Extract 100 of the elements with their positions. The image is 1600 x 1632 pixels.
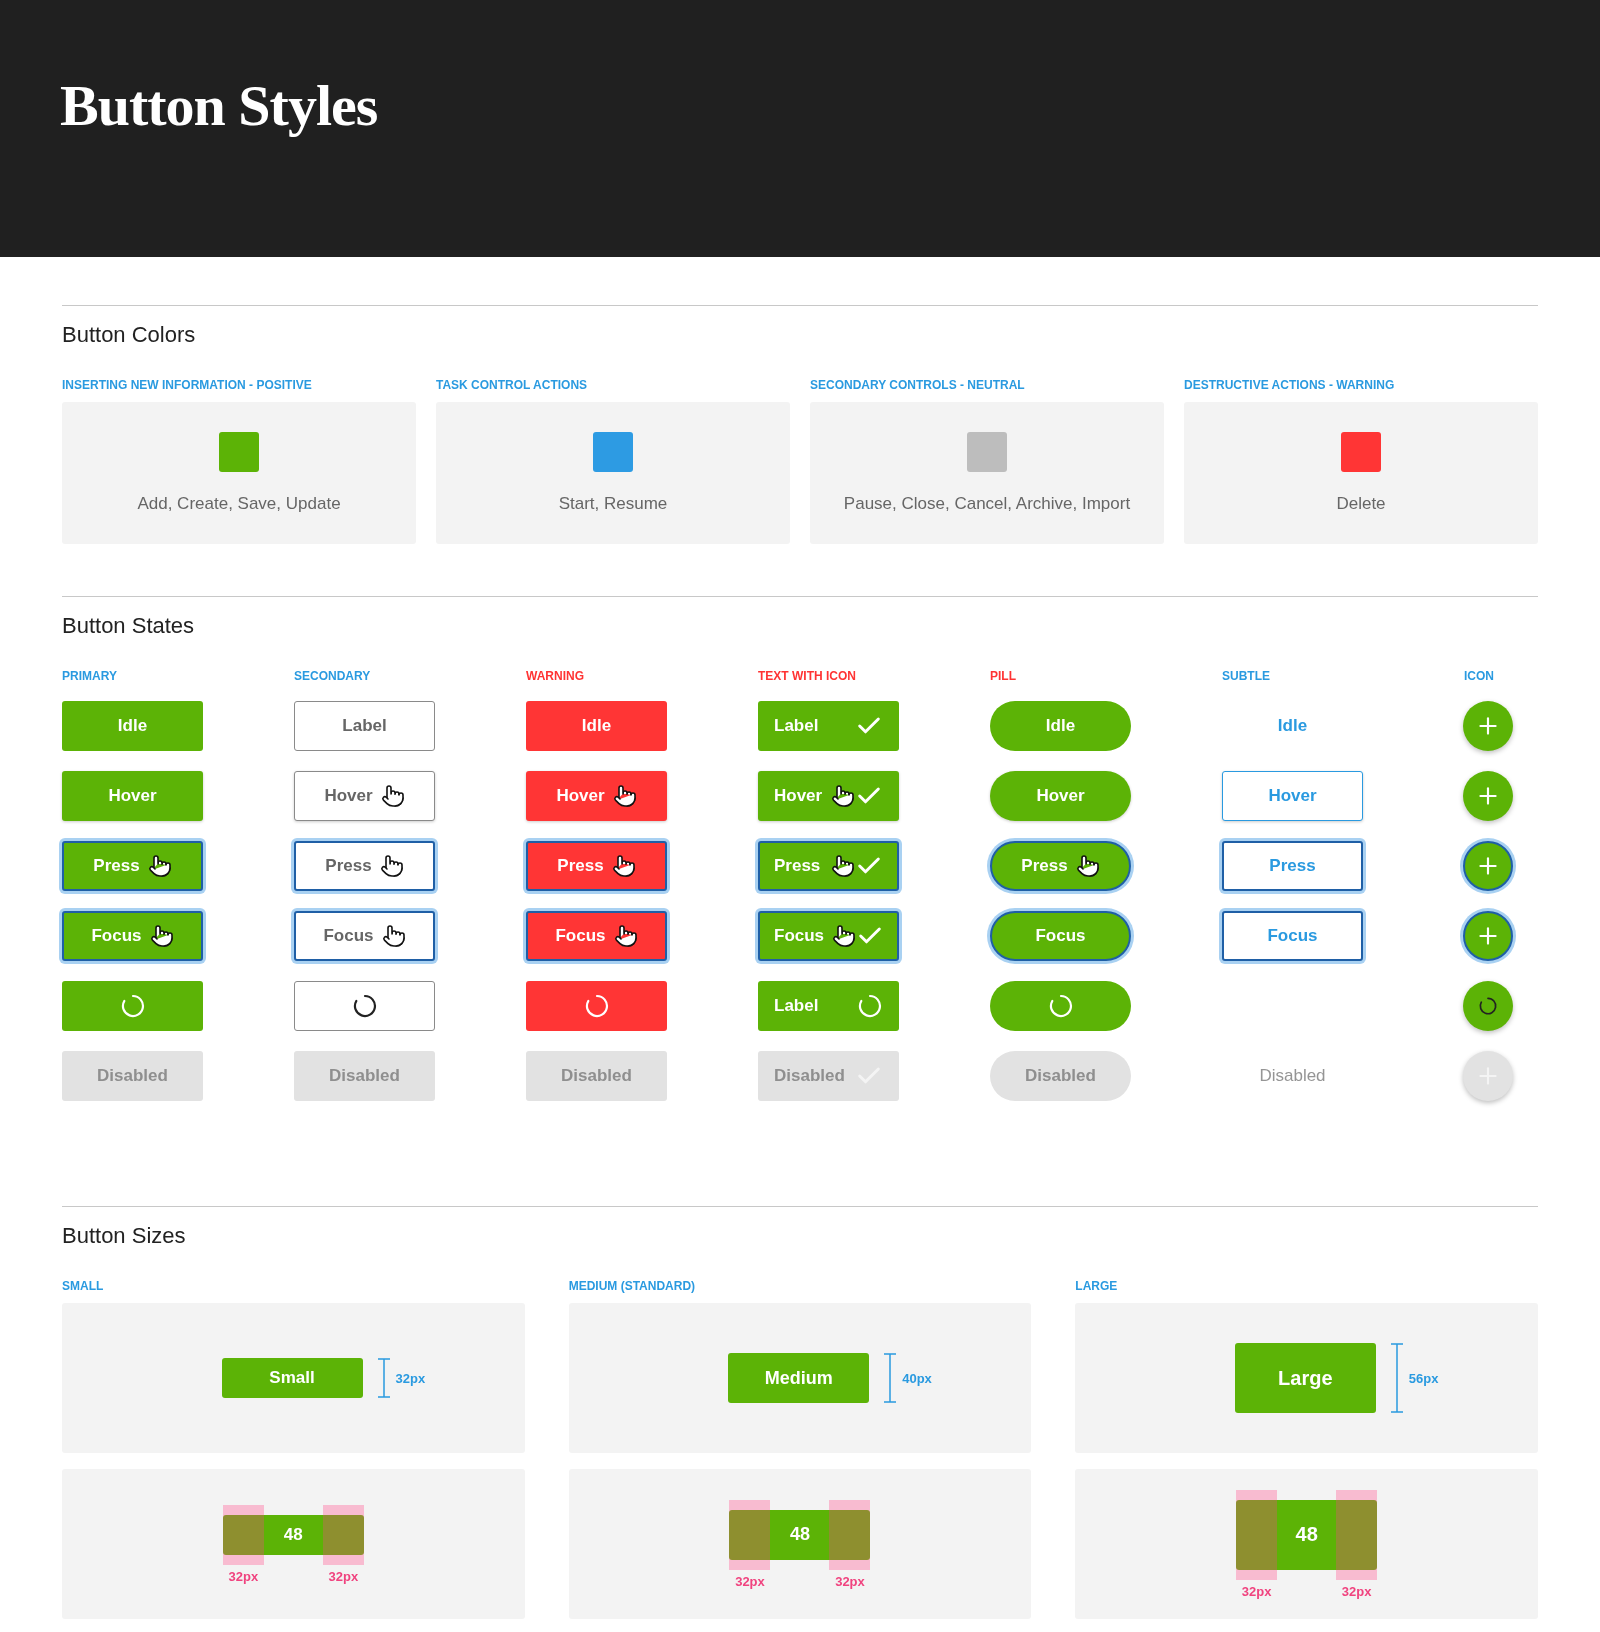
column-label: PRIMARY: [62, 669, 118, 683]
padding-label: 32px: [327, 1568, 360, 1584]
round-plus-button[interactable]: [1463, 981, 1513, 1031]
pill-button[interactable]: Press: [990, 841, 1131, 891]
hand-cursor-icon: [831, 854, 855, 878]
height-measure-icon: [1389, 1343, 1404, 1413]
column-label: ICON: [1463, 669, 1495, 683]
padded-button-label: 48: [283, 1524, 303, 1545]
hand-cursor-icon: [612, 784, 637, 808]
pill-button[interactable]: Hover: [990, 771, 1131, 821]
pill-button[interactable]: Focus: [990, 911, 1131, 961]
section-title: Button Colors: [62, 322, 197, 348]
icon-text-button[interactable]: Press: [758, 841, 899, 891]
primary-button[interactable]: [62, 981, 203, 1031]
warning-button[interactable]: Hover: [526, 771, 667, 821]
size-label: LARGE: [1075, 1279, 1119, 1293]
height-measure-icon: [376, 1358, 391, 1398]
padding-label: 32px: [227, 1568, 260, 1584]
padding-overlay: [1236, 1499, 1278, 1570]
padding-overlay: [222, 1514, 264, 1555]
secondary-button[interactable]: Press: [294, 841, 435, 891]
primary-button[interactable]: Idle: [62, 701, 203, 751]
height-label: 40px: [902, 1370, 932, 1386]
secondary-button[interactable]: Disabled: [294, 1051, 435, 1101]
round-plus-button[interactable]: [1463, 841, 1513, 891]
subtle-button[interactable]: Hover: [1222, 771, 1363, 821]
secondary-button[interactable]: Hover: [294, 771, 435, 821]
spinner-icon: [583, 993, 610, 1019]
padding-overlay: [1336, 1499, 1378, 1570]
category-label: SECONDARY CONTROLS - NEUTRAL: [810, 378, 1026, 392]
icon-text-button[interactable]: Disabled: [758, 1051, 899, 1101]
padding-label: 32px: [734, 1573, 766, 1589]
column-label: TEXT WITH ICON: [758, 669, 857, 683]
padding-label: 32px: [1240, 1583, 1273, 1599]
category-label: TASK CONTROL ACTIONS: [436, 378, 589, 392]
hand-cursor-icon: [147, 854, 172, 878]
warning-button[interactable]: Focus: [526, 911, 667, 961]
secondary-button[interactable]: Label: [294, 701, 435, 751]
column-label: PILL: [990, 669, 1017, 683]
spinner-icon: [1047, 993, 1074, 1019]
example-actions: Delete: [1336, 494, 1386, 514]
example-actions: Add, Create, Save, Update: [137, 494, 341, 514]
primary-button[interactable]: Focus: [62, 911, 203, 961]
warning-button[interactable]: Disabled: [526, 1051, 667, 1101]
height-label: 32px: [395, 1370, 426, 1386]
warning-button[interactable]: Press: [526, 841, 667, 891]
secondary-button[interactable]: [294, 981, 435, 1031]
hand-cursor-icon: [1075, 854, 1100, 878]
padded-button-label: 48: [789, 1524, 810, 1545]
padding-overlay: [829, 1509, 871, 1560]
hand-cursor-icon: [381, 924, 406, 948]
warning-button[interactable]: Idle: [526, 701, 667, 751]
size-sample-button[interactable]: Medium: [728, 1353, 870, 1403]
spinner-icon: [1478, 996, 1498, 1016]
column-label: WARNING: [526, 669, 585, 683]
icon-text-button[interactable]: Hover: [758, 771, 899, 821]
subtle-button[interactable]: Press: [1222, 841, 1363, 891]
section-title: Button Sizes: [62, 1223, 187, 1249]
padding-overlay: [322, 1514, 364, 1555]
icon-text-button[interactable]: Focus: [758, 911, 899, 961]
hand-cursor-icon: [831, 784, 855, 808]
section-title: Button States: [62, 613, 196, 639]
height-measure-icon: [883, 1353, 898, 1403]
primary-button[interactable]: Disabled: [62, 1051, 203, 1101]
hand-cursor-icon: [611, 854, 636, 878]
padded-button-label: 48: [1295, 1523, 1318, 1546]
size-label: SMALL: [62, 1279, 105, 1293]
padding-label: 32px: [1340, 1583, 1373, 1599]
example-actions: Start, Resume: [558, 494, 668, 514]
spinner-icon: [857, 993, 883, 1019]
hand-cursor-icon: [379, 854, 404, 878]
hand-cursor-icon: [380, 784, 405, 808]
height-label: 56px: [1408, 1370, 1439, 1386]
padding-label: 32px: [834, 1573, 866, 1589]
category-label: DESTRUCTIVE ACTIONS - WARNING: [1184, 378, 1396, 392]
subtle-button[interactable]: Disabled: [1222, 1051, 1363, 1101]
subtle-button[interactable]: Idle: [1222, 701, 1363, 751]
primary-button[interactable]: Press: [62, 841, 203, 891]
icon-text-button[interactable]: Label: [758, 981, 899, 1031]
page-title: Button Styles: [60, 72, 379, 139]
pill-button[interactable]: [990, 981, 1131, 1031]
pill-button[interactable]: Idle: [990, 701, 1131, 751]
column-label: SECONDARY: [294, 669, 372, 683]
padding-overlay: [729, 1509, 771, 1560]
size-label: MEDIUM (STANDARD): [568, 1279, 697, 1293]
subtle-button[interactable]: Focus: [1222, 911, 1363, 961]
spinner-icon: [119, 993, 146, 1019]
secondary-button[interactable]: Focus: [294, 911, 435, 961]
hand-cursor-icon: [832, 924, 857, 948]
round-plus-button[interactable]: [1463, 911, 1513, 961]
column-label: SUBTLE: [1222, 669, 1271, 683]
hand-cursor-icon: [149, 924, 174, 948]
warning-button[interactable]: [526, 981, 667, 1031]
icon-text-button[interactable]: Label: [758, 701, 899, 751]
spinner-icon: [351, 993, 378, 1019]
size-sample-button[interactable]: Small: [221, 1358, 363, 1398]
primary-button[interactable]: Hover: [62, 771, 203, 821]
category-label: INSERTING NEW INFORMATION - POSITIVE: [62, 378, 313, 392]
pill-button[interactable]: Disabled: [990, 1051, 1131, 1101]
size-sample-button[interactable]: Large: [1234, 1343, 1376, 1413]
